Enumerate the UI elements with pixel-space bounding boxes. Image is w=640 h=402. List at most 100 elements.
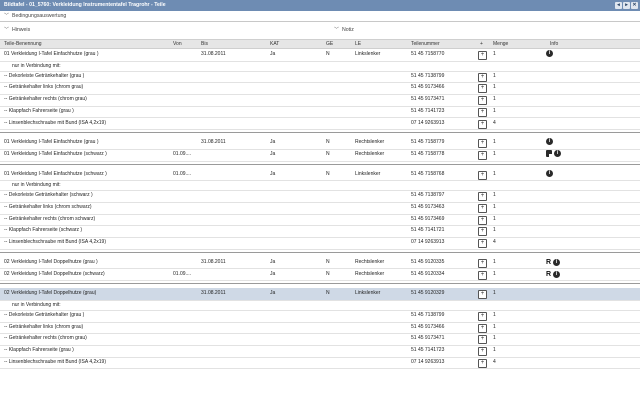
previous-button[interactable]: ◂ — [615, 2, 622, 9]
cell-nr: 51 45 7138797 — [411, 192, 445, 199]
add-to-cart-button[interactable]: + — [478, 239, 487, 249]
chevron-down-icon: ﹀ — [4, 27, 10, 33]
cell-nr: 51 45 9173466 — [411, 84, 445, 91]
cell-nr: 51 45 9120334 — [411, 270, 445, 277]
next-button[interactable]: ▸ — [623, 2, 630, 9]
col-kat[interactable]: KAT — [270, 40, 279, 48]
add-to-cart-button[interactable]: + — [478, 192, 487, 202]
col-bis[interactable]: Bis — [201, 40, 208, 48]
add-to-cart-button[interactable]: + — [478, 96, 487, 106]
add-to-cart-button[interactable]: + — [478, 270, 487, 280]
table-row[interactable]: -- Linsenblechschraube mit Bund (ISA 4,2… — [0, 118, 640, 131]
info-icon[interactable]: i — [554, 149, 561, 157]
cell-nr: 51 45 9173463 — [411, 204, 445, 210]
info-icon[interactable]: i — [553, 258, 561, 266]
cell-kat: Ja — [270, 51, 276, 57]
cell-menge: 1 — [493, 227, 496, 234]
cell-nr: 51 45 9120329 — [411, 290, 445, 297]
table-header: Teile-Benennung Von Bis KAT GE LE Teilen… — [0, 39, 640, 49]
add-to-cart-button[interactable]: + — [478, 347, 487, 356]
table-row[interactable]: 02 Verkleidung I-Tafel Doppelhutze (schw… — [0, 269, 640, 282]
info-icon[interactable]: i — [546, 138, 553, 146]
cell-ge: N — [326, 139, 330, 146]
add-to-cart-button[interactable]: + — [478, 204, 487, 213]
chevron-down-icon: ﹀ — [4, 13, 10, 19]
cell-teil: 02 Verkleidung I-Tafel Doppelhutze (schw… — [4, 270, 105, 277]
notiz-section[interactable]: ﹀ Notiz — [334, 26, 354, 34]
cell-nr: 51 45 7141723 — [411, 347, 445, 353]
info-icons: i — [546, 50, 553, 57]
cell-menge: 1 — [493, 323, 496, 330]
col-info[interactable]: Info — [550, 40, 558, 48]
table-row[interactable]: -- Linsenblechschraube mit Bund (ISA 4,2… — [0, 237, 640, 250]
col-ge[interactable]: GE — [326, 40, 333, 48]
add-to-cart-button[interactable]: + — [478, 335, 487, 345]
col-nr[interactable]: Teilenummer — [411, 40, 440, 48]
col-teil[interactable]: Teile-Benennung — [4, 40, 42, 48]
add-to-cart-button[interactable]: + — [478, 290, 487, 300]
info-icons: Ri — [546, 270, 561, 279]
cell-le: Rechtslenker — [355, 258, 385, 265]
cell-nr: 51 45 9173466 — [411, 323, 445, 330]
cell-ge: N — [326, 258, 330, 265]
add-to-cart-button[interactable]: + — [478, 72, 487, 82]
cell-teil: nur in Verbindung mit: — [12, 301, 61, 308]
cell-teil: 01 Verkleidung I-Tafel Einfachhutze (sch… — [4, 170, 107, 177]
info-icon[interactable]: i — [546, 50, 553, 57]
group-separator — [0, 163, 640, 165]
col-von[interactable]: Von — [173, 40, 182, 48]
cell-teil: -- Dekorleiste Getränkehalter (grau ) — [4, 72, 85, 79]
cell-kat: Ja — [270, 258, 276, 265]
r-icon[interactable]: R — [546, 270, 551, 279]
col-menge[interactable]: Menge — [493, 40, 508, 48]
cell-nr: 51 45 7158778 — [411, 150, 445, 157]
bedingung-section[interactable]: ﹀ Bedingungsauswertung — [4, 12, 66, 20]
cell-menge: 1 — [493, 258, 496, 265]
cell-nr: 51 45 7141723 — [411, 107, 445, 114]
cell-le: Rechtslenker — [355, 270, 385, 277]
add-to-cart-button[interactable]: + — [478, 150, 487, 160]
info-icon[interactable]: i — [546, 169, 553, 177]
cell-von: 01.09.... — [173, 270, 192, 277]
window-titlebar: Bildtafel - 01_5760: Verkleidung Instrum… — [0, 0, 640, 11]
add-to-cart-button[interactable]: + — [478, 358, 487, 368]
add-to-cart-button[interactable]: + — [478, 170, 487, 180]
cell-nr: 51 45 7138799 — [411, 311, 445, 318]
cell-teil: -- Getränkehalter links (chrom schwarz) — [4, 204, 92, 210]
cell-nr: 51 45 7138799 — [411, 72, 445, 79]
add-to-cart-button[interactable]: + — [478, 139, 487, 149]
cell-nr: 07 14 9263913 — [411, 119, 445, 126]
col-plus[interactable]: + — [480, 40, 483, 48]
add-to-cart-button[interactable]: + — [478, 258, 487, 268]
add-to-cart-button[interactable]: + — [478, 323, 487, 333]
chevron-down-icon: ﹀ — [334, 27, 340, 33]
add-to-cart-button[interactable]: + — [478, 311, 487, 321]
add-to-cart-button[interactable]: + — [478, 215, 487, 225]
add-to-cart-button[interactable]: + — [478, 84, 487, 94]
cell-le: Linkslenker — [355, 51, 381, 57]
cell-kat: Ja — [270, 150, 276, 157]
divider — [0, 21, 640, 22]
cell-teil: -- Linsenblechschraube mit Bund (ISA 4,2… — [4, 119, 106, 126]
table-row[interactable]: 01 Verkleidung I-Tafel Einfachhutze (sch… — [0, 149, 640, 162]
table-row[interactable]: -- Linsenblechschraube mit Bund (ISA 4,2… — [0, 357, 640, 370]
cell-nr: 51 45 9173471 — [411, 96, 445, 103]
col-le[interactable]: LE — [355, 40, 361, 48]
cell-menge: 1 — [493, 335, 496, 342]
add-to-cart-button[interactable]: + — [478, 51, 487, 60]
r-icon[interactable]: R — [546, 258, 551, 267]
info-icon[interactable]: i — [553, 270, 561, 278]
cell-nr: 51 45 7141721 — [411, 227, 445, 234]
note-icon[interactable] — [546, 149, 552, 157]
cell-menge: 1 — [493, 107, 496, 114]
info-icons: i — [546, 138, 553, 146]
cell-menge: 1 — [493, 72, 496, 79]
add-to-cart-button[interactable]: + — [478, 227, 487, 237]
hinweis-section[interactable]: ﹀ Hinweis — [4, 26, 30, 34]
cell-kat: Ja — [270, 170, 276, 177]
cell-menge: 1 — [493, 84, 496, 91]
add-to-cart-button[interactable]: + — [478, 107, 487, 117]
close-button[interactable]: ✕ — [631, 2, 638, 9]
cell-teil: 02 Verkleidung I-Tafel Doppelhutze (grau… — [4, 258, 98, 265]
add-to-cart-button[interactable]: + — [478, 119, 487, 129]
